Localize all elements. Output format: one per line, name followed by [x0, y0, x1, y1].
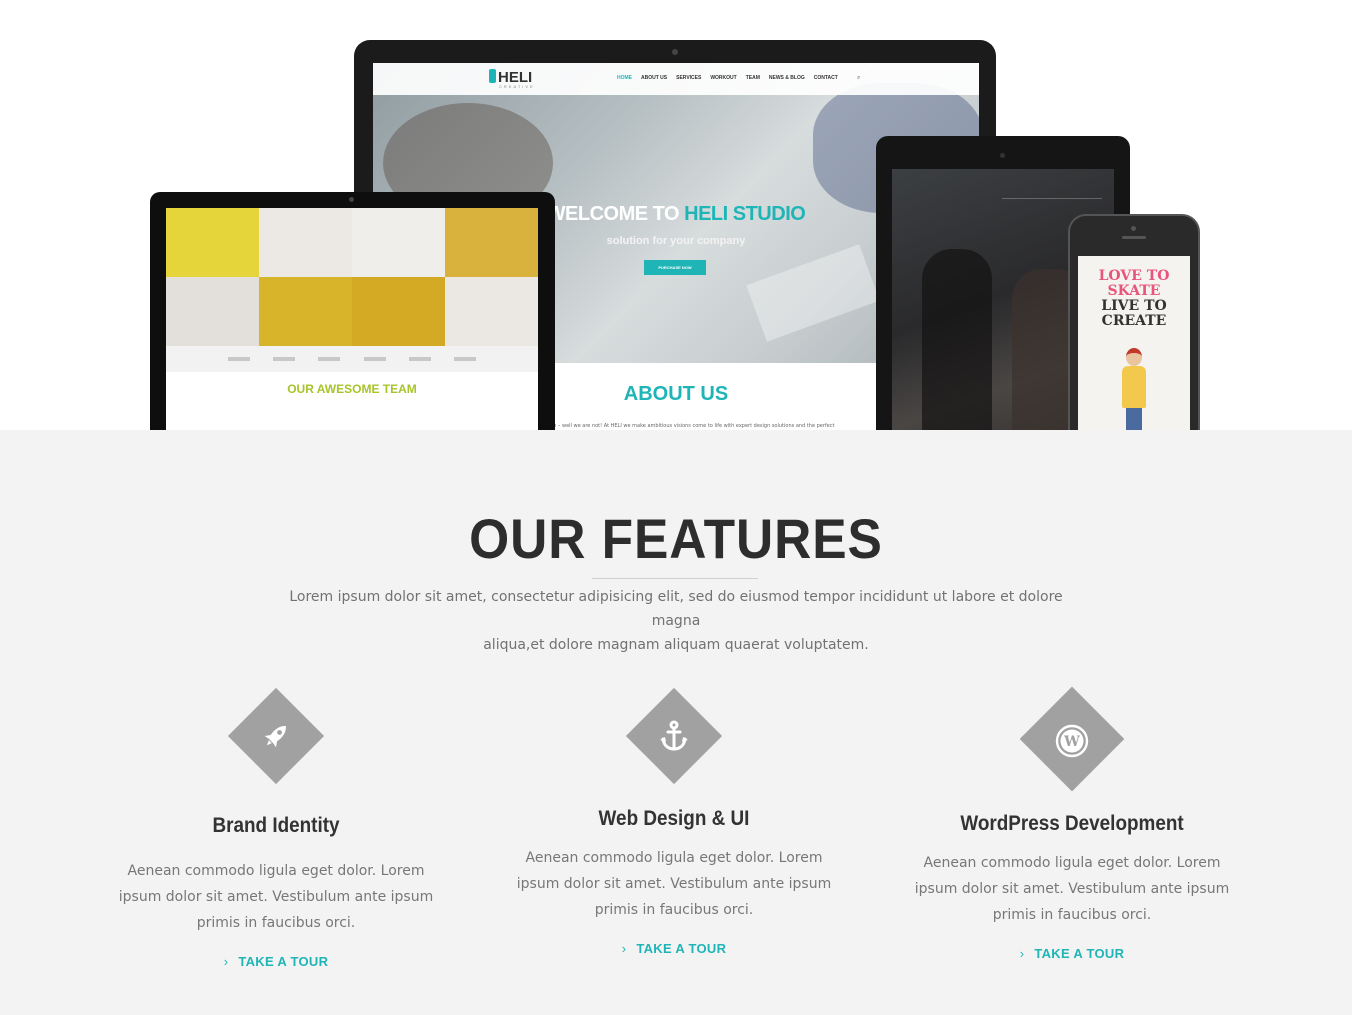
portfolio-image: [166, 277, 259, 346]
feature-description: Aenean commodo ligula eget dolor. Lorem …: [516, 850, 832, 918]
phone-mockup: LOVE TO SKATE LIVE TO CREATE: [1068, 214, 1200, 430]
title-divider: [592, 578, 758, 579]
camera-dot: [1131, 226, 1136, 231]
menu-item-services[interactable]: SERVICES: [676, 75, 701, 81]
portfolio-grid: [166, 208, 538, 346]
feature-card-brand-identity: Brand Identity Aenean commodo ligula ege…: [106, 680, 446, 980]
anchor-icon: [660, 720, 688, 751]
skater-illustration: [1118, 348, 1150, 430]
purchase-button[interactable]: PURCHASE NOW: [644, 260, 706, 275]
feature-card-wordpress: W WordPress Development Aenean commodo l…: [902, 680, 1242, 970]
portfolio-image: [259, 208, 352, 277]
menu-item-about[interactable]: ABOUT US: [641, 75, 667, 81]
portfolio-image: [259, 277, 352, 346]
take-a-tour-link[interactable]: › TAKE A TOUR: [106, 954, 446, 969]
menu-item-team[interactable]: TEAM: [746, 75, 760, 81]
features-title: OUR FEATURES: [469, 507, 883, 570]
wordpress-icon: W: [1055, 724, 1089, 758]
logo-icon: [489, 69, 496, 83]
laptop-screen: OUR AWESOME TEAM: [166, 208, 538, 430]
rocket-icon: [264, 726, 286, 748]
team-title: OUR AWESOME TEAM: [287, 382, 417, 396]
menu-item-workout[interactable]: WORKOUT: [710, 75, 736, 81]
menu-item-contact[interactable]: CONTACT: [814, 75, 838, 81]
site-menu: HOME ABOUT US SERVICES WORKOUT TEAM NEWS…: [617, 75, 838, 81]
portfolio-image: [352, 277, 445, 346]
features-intro: Lorem ipsum dolor sit amet, consectetur …: [289, 589, 1063, 653]
menu-item-news[interactable]: NEWS & BLOG: [769, 75, 805, 81]
portfolio-image: [352, 208, 445, 277]
take-a-tour-link[interactable]: › TAKE A TOUR: [902, 946, 1242, 961]
feature-title: Brand Identity: [212, 814, 340, 837]
phone-screen: LOVE TO SKATE LIVE TO CREATE: [1078, 256, 1190, 430]
speaker-grille: [1122, 236, 1146, 239]
camera-dot: [349, 197, 354, 202]
portfolio-image: [166, 208, 259, 277]
client-logos: [166, 346, 538, 372]
feature-description: Aenean commodo ligula eget dolor. Lorem …: [914, 855, 1230, 923]
camera-dot: [672, 49, 678, 55]
feature-title: Web Design & UI: [598, 807, 750, 830]
portfolio-image: [445, 208, 538, 277]
chevron-right-icon: ›: [223, 954, 229, 969]
portfolio-image: [445, 277, 538, 346]
site-navbar: HELI CREATIVE HOME ABOUT US SERVICES WOR…: [373, 63, 979, 95]
take-a-tour-link[interactable]: › TAKE A TOUR: [504, 941, 844, 956]
phone-headline: LOVE TO SKATE LIVE TO CREATE: [1098, 268, 1170, 329]
camera-dot: [1000, 153, 1005, 158]
devices-showcase: HELI CREATIVE HOME ABOUT US SERVICES WOR…: [0, 0, 1352, 430]
chevron-right-icon: ›: [1019, 946, 1025, 961]
feature-title: WordPress Development: [960, 812, 1184, 835]
menu-item-home[interactable]: HOME: [617, 75, 632, 81]
feature-card-web-design: Web Design & UI Aenean commodo ligula eg…: [504, 680, 844, 970]
laptop-mockup: OUR AWESOME TEAM: [150, 192, 555, 430]
svg-text:W: W: [1063, 734, 1080, 750]
chevron-right-icon: ›: [621, 941, 627, 956]
feature-description: Aenean commodo ligula eget dolor. Lorem …: [118, 863, 434, 931]
site-logo[interactable]: HELI CREATIVE: [489, 69, 535, 89]
search-icon[interactable]: ⌕: [857, 74, 860, 82]
